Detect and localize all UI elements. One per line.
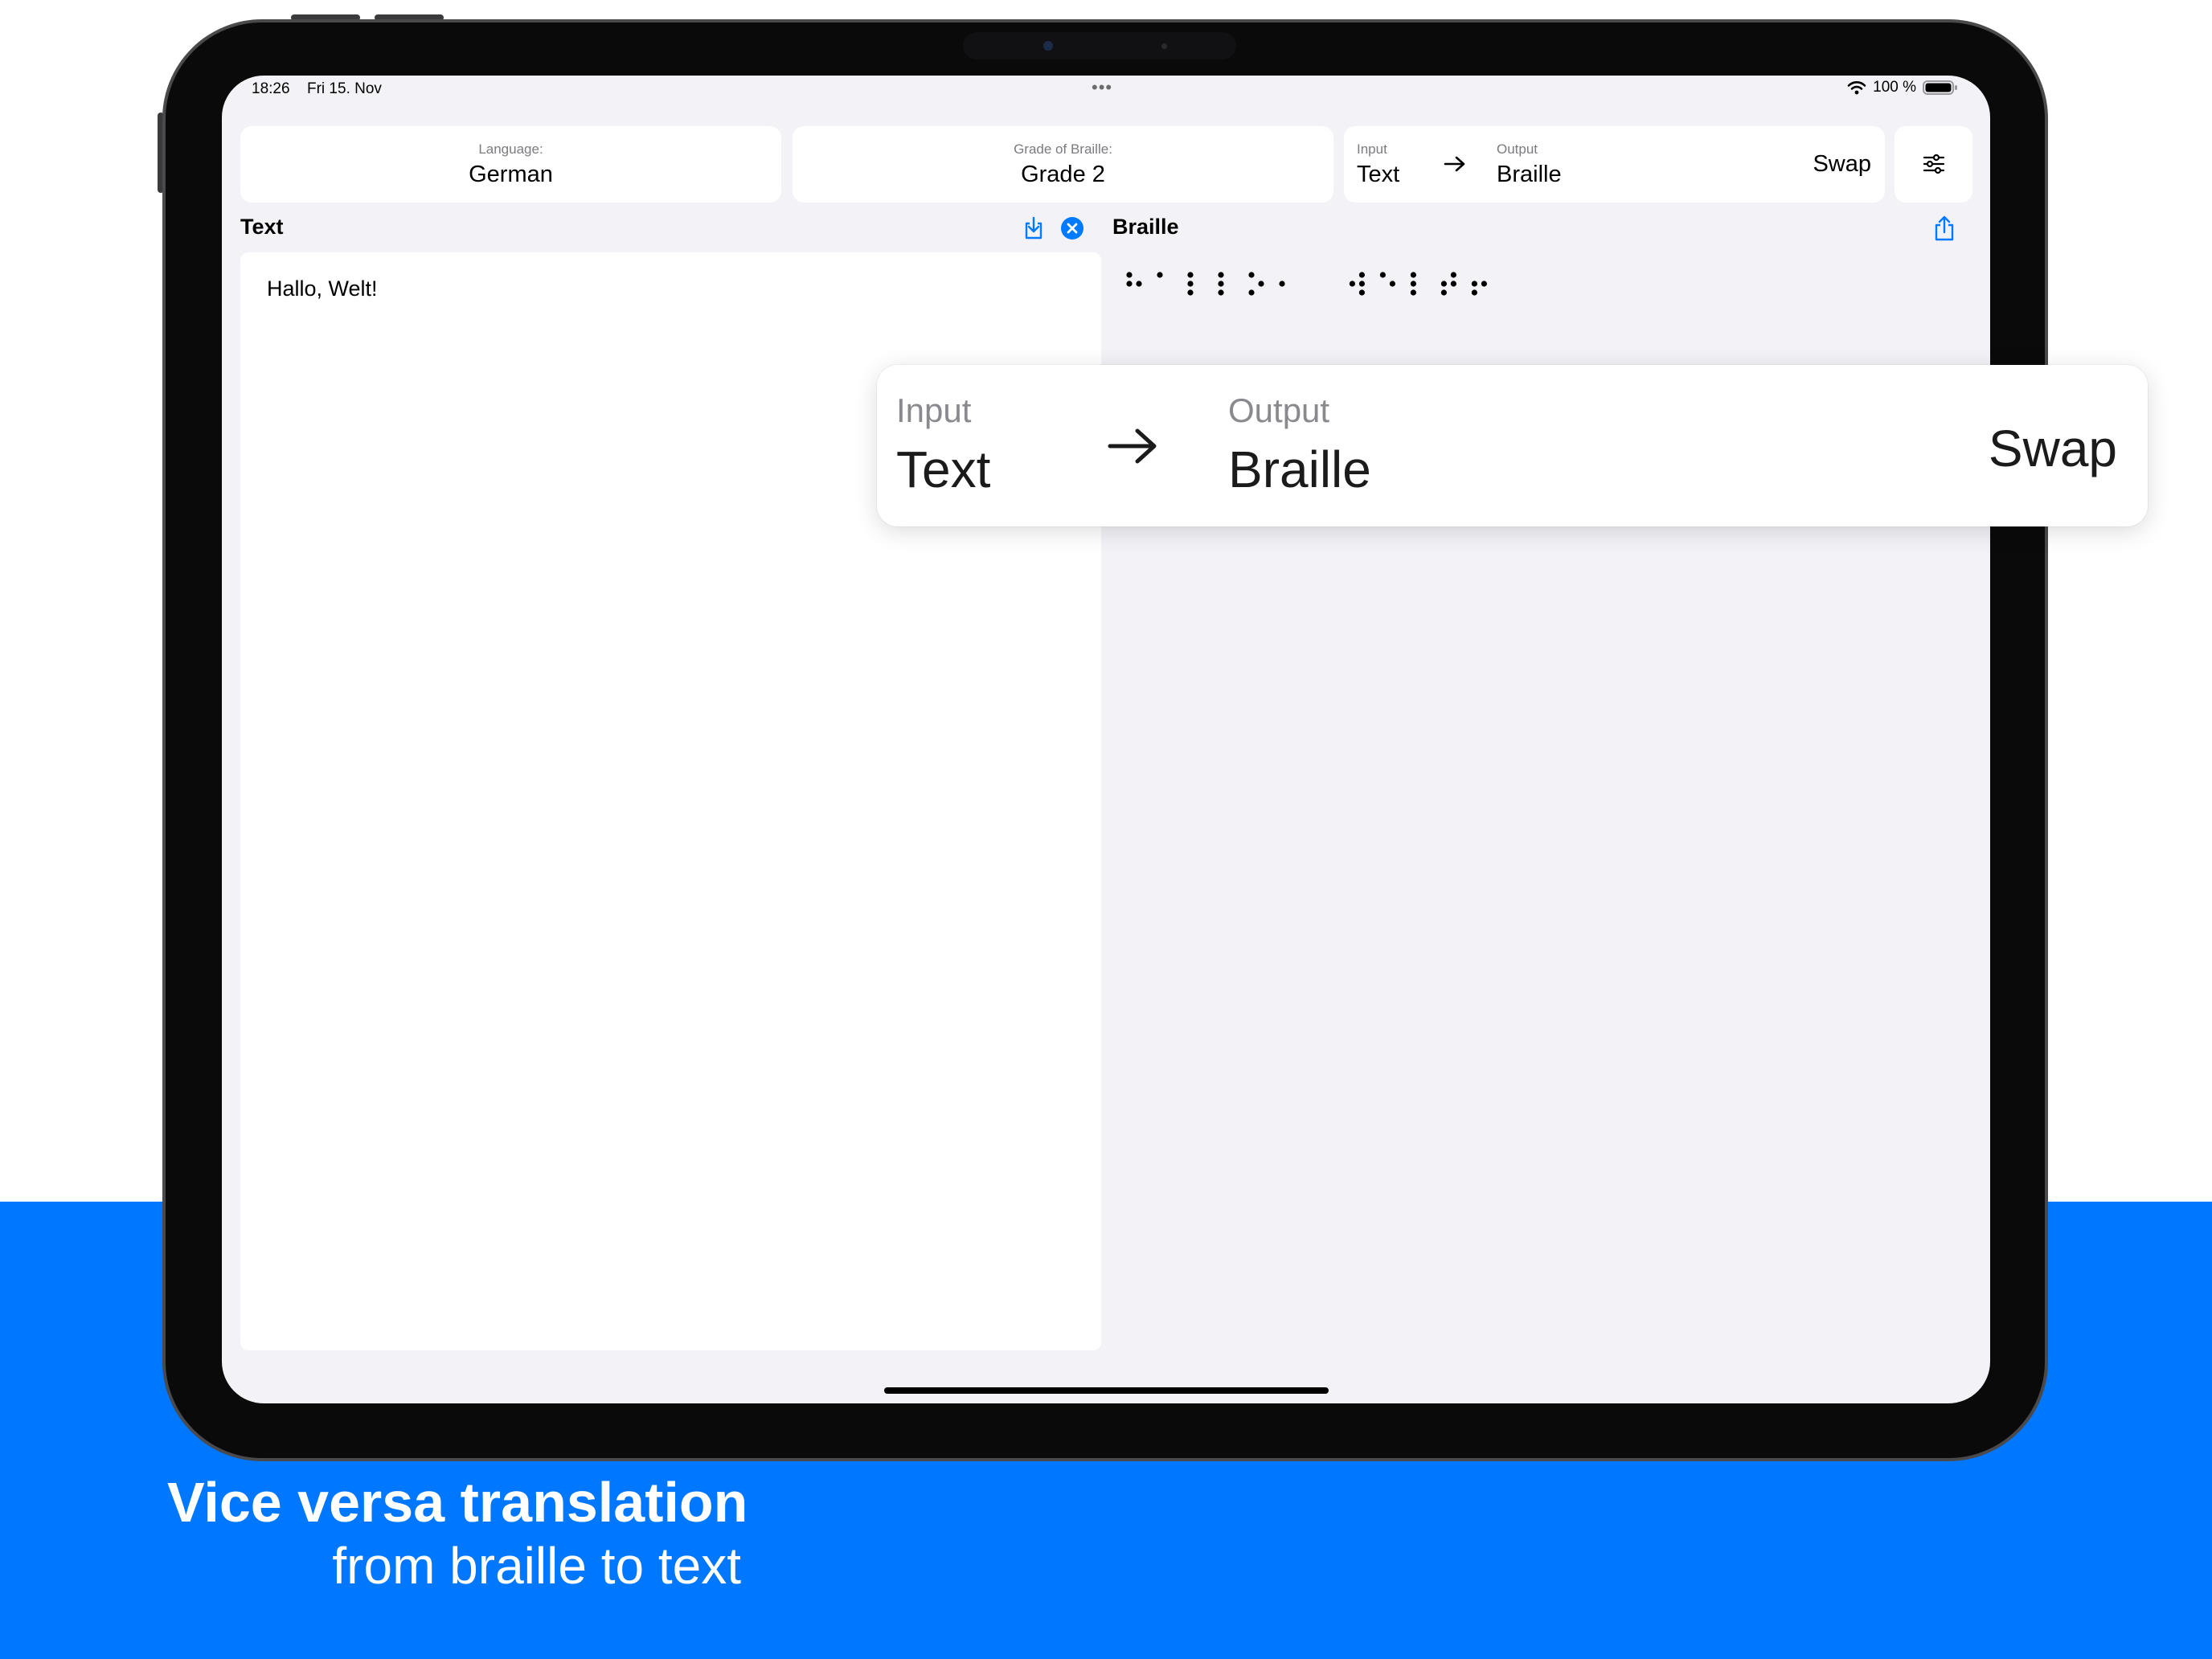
braille-dot	[1440, 289, 1447, 296]
braille-dot	[1358, 272, 1365, 278]
import-icon[interactable]	[1022, 216, 1045, 240]
braille-dot	[1218, 289, 1224, 296]
ipad-screen: 18:26 Fri 15. Nov ••• 100 % Language: Ge…	[222, 76, 1990, 1403]
battery-percent: 100 %	[1873, 79, 1916, 96]
zoom-callout: Input Text Output Braille Swap	[877, 365, 2148, 526]
status-time: 18:26	[252, 80, 290, 97]
braille-dot	[1187, 272, 1194, 278]
camera-housing	[963, 32, 1236, 59]
callout-arrow-right-icon	[1108, 428, 1157, 464]
braille-dot	[1258, 281, 1264, 287]
braille-dot	[1410, 289, 1416, 296]
camera-sensor	[1161, 43, 1167, 49]
braille-dot	[1450, 281, 1456, 287]
callout-input-value: Text	[896, 440, 991, 498]
output-value: Braille	[1497, 162, 1562, 187]
input-column: Input Text	[1357, 142, 1399, 186]
swap-button[interactable]: Swap	[1813, 151, 1871, 178]
status-date: Fri 15. Nov	[307, 80, 382, 97]
braille-dot	[1471, 281, 1477, 287]
settings-button[interactable]	[1895, 126, 1972, 203]
braille-dot	[1218, 281, 1224, 287]
braille-dot	[1440, 281, 1447, 287]
text-panel-title: Text	[240, 215, 284, 239]
caption-title: Vice versa translation	[167, 1471, 748, 1534]
input-output-selector[interactable]: Input Text Output Braille Swap	[1344, 126, 1885, 203]
braille-dot	[1481, 281, 1487, 287]
callout-input-column: Input Text	[896, 391, 991, 498]
grade-label: Grade of Braille:	[1014, 141, 1112, 157]
braille-dot	[1248, 289, 1255, 296]
language-value: German	[469, 162, 553, 187]
callout-output-value: Braille	[1228, 440, 1371, 498]
battery-icon	[1923, 80, 1957, 95]
input-label: Input	[1357, 141, 1387, 157]
braille-dot	[1450, 272, 1456, 278]
clear-icon[interactable]	[1060, 216, 1084, 240]
status-indicators: 100 %	[1847, 79, 1958, 96]
braille-dot	[1389, 281, 1395, 287]
braille-panel-title: Braille	[1112, 215, 1179, 239]
braille-dot	[1410, 272, 1416, 278]
callout-input-label: Input	[896, 391, 972, 429]
braille-dot	[1187, 289, 1194, 296]
grade-selector[interactable]: Grade of Braille: Grade 2	[793, 126, 1333, 203]
home-indicator[interactable]	[884, 1387, 1329, 1394]
braille-output[interactable]	[1124, 268, 1768, 317]
braille-dot	[1187, 281, 1194, 287]
share-icon[interactable]	[1933, 215, 1956, 242]
caption-subtitle: from braille to text	[332, 1537, 741, 1595]
wifi-icon	[1847, 81, 1866, 95]
text-input-value: Hallo, Welt!	[267, 276, 378, 301]
arrow-right-icon	[1444, 156, 1465, 172]
braille-dot	[1157, 272, 1163, 278]
output-column: Output Braille	[1497, 142, 1562, 186]
language-selector[interactable]: Language: German	[240, 126, 781, 203]
braille-dot	[1358, 281, 1365, 287]
grade-value: Grade 2	[1021, 162, 1105, 187]
braille-dot	[1279, 281, 1285, 287]
callout-output-column: Output Braille	[1228, 391, 1371, 498]
callout-output-label: Output	[1228, 391, 1330, 429]
braille-dot	[1218, 272, 1224, 278]
input-value: Text	[1357, 162, 1400, 187]
output-label: Output	[1497, 141, 1538, 157]
braille-dot	[1471, 289, 1477, 296]
braille-dot	[1349, 281, 1355, 287]
braille-dot	[1126, 281, 1133, 287]
braille-dot	[1358, 289, 1365, 296]
braille-dot	[1410, 281, 1416, 287]
language-label: Language:	[478, 141, 543, 157]
braille-dot	[1379, 272, 1386, 278]
camera-lens	[1043, 41, 1053, 51]
callout-swap-label: Swap	[1988, 420, 2117, 477]
braille-dot	[1126, 272, 1133, 278]
braille-dot	[1248, 272, 1255, 278]
braille-dot	[1136, 281, 1142, 287]
sliders-icon	[1923, 154, 1945, 174]
multitasking-dots-icon[interactable]: •••	[1092, 79, 1112, 96]
